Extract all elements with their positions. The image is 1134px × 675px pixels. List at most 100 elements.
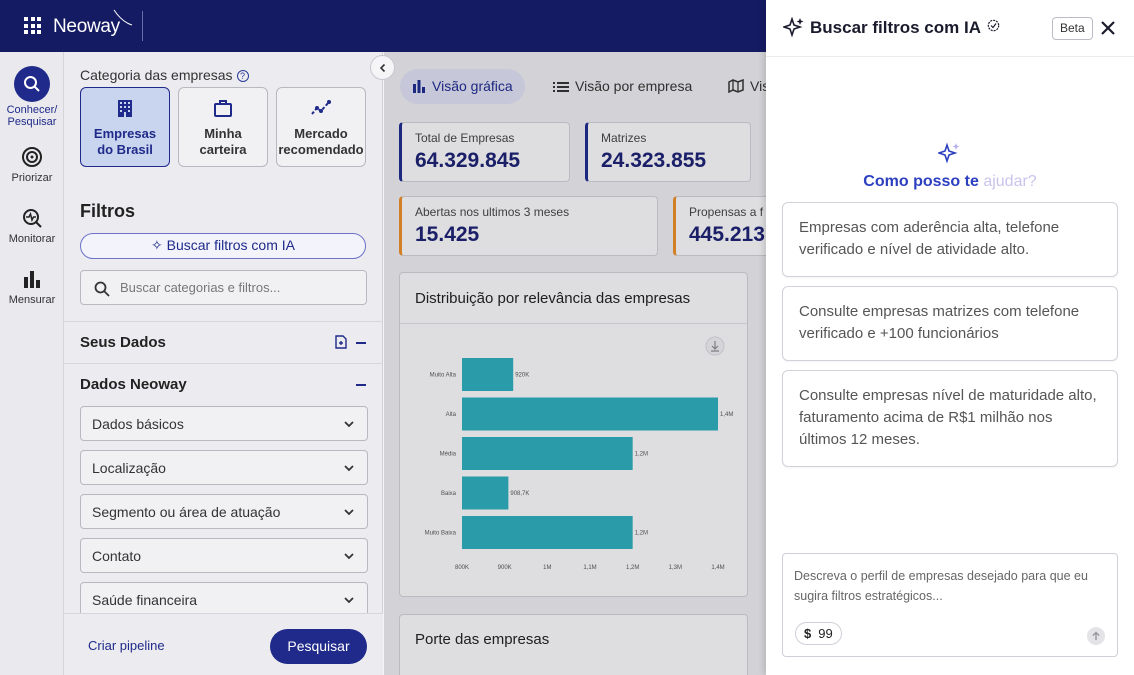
category-label: Mercado (294, 126, 348, 141)
filter-search-box[interactable] (80, 270, 367, 305)
bar-chart-icon (24, 271, 40, 288)
left-nav-rail: Conhecer/ Pesquisar Priorizar Monitorar … (0, 52, 64, 675)
map-icon (728, 79, 744, 93)
main-content: Visão gráfica Visão por empresa Vis Tota… (384, 52, 766, 675)
data-label: 1,2M (635, 531, 648, 537)
collapse-icon[interactable] (356, 384, 366, 386)
create-pipeline-link[interactable]: Criar pipeline (88, 638, 165, 653)
apps-grid-icon[interactable] (24, 17, 41, 34)
trend-icon (311, 100, 331, 115)
section-label: Dados Neoway (80, 376, 187, 393)
chevron-down-icon (344, 465, 354, 472)
rail-item-priorizar[interactable]: Priorizar (0, 146, 64, 184)
chevron-left-icon (379, 63, 385, 72)
credits-badge: $99 (795, 622, 842, 645)
view-tabs: Visão gráfica Visão por empresa Vis (398, 69, 766, 104)
dollar-icon: $ (804, 626, 812, 641)
category-label: Média (440, 452, 457, 458)
prompt-input[interactable] (794, 566, 1110, 610)
dropdown-segmento[interactable]: Segmento ou área de atuação (80, 494, 368, 529)
verified-badge-icon (987, 19, 1000, 32)
filter-panel-footer: Criar pipeline Pesquisar (64, 613, 383, 675)
send-button[interactable] (1087, 627, 1105, 645)
category-label: Alta (446, 412, 457, 418)
chart-bar (462, 476, 509, 510)
category-label: Muito Alta (430, 373, 457, 379)
chart-bar (462, 397, 718, 431)
dropdown-label: Dados básicos (92, 416, 184, 432)
tab-visao-grafica[interactable]: Visão gráfica (400, 69, 525, 104)
kpi-total-empresas: Total de Empresas 64.329.845 (399, 122, 570, 182)
kpi-label: Propensas a f (689, 205, 764, 219)
category-mercado-recomendado[interactable]: Mercado recomendado (276, 87, 366, 167)
prompt-box: $99 (782, 553, 1118, 657)
drawer-header: Buscar filtros com IA Beta (766, 0, 1134, 57)
collapse-panel-button[interactable] (370, 55, 395, 80)
tick-label: 1,4M (711, 565, 724, 571)
data-label: 1,2M (635, 452, 648, 458)
category-heading: Categoria das empresas? (80, 67, 249, 83)
search-icon (94, 281, 110, 297)
suggestion-card[interactable]: Empresas com aderência alta, telefone ve… (782, 202, 1118, 277)
category-empresas-do-brasil[interactable]: Empresas do Brasil (80, 87, 170, 167)
relevance-chart-card: Distribuição por relevância das empresas… (399, 272, 748, 597)
dropdown-label: Saúde financeira (92, 592, 198, 608)
kpi-matrizes: Matrizes 24.323.855 (585, 122, 751, 182)
section-dados-neoway[interactable]: Dados Neoway (64, 363, 383, 405)
search-icon (14, 66, 50, 102)
relevance-bar-chart: Muito Alta 920K Alta 1,4M Média 1,2M Baixa 908,… (425, 336, 733, 571)
tab-label: Visão por empresa (575, 78, 693, 94)
close-icon[interactable] (1099, 19, 1117, 37)
ai-greeting: Como posso te ajudar? (766, 173, 1134, 191)
suggestion-card[interactable]: Consulte empresas nível de maturidade al… (782, 370, 1118, 467)
card-title: Porte das empresas (415, 631, 550, 648)
dropdown-label: Localização (92, 460, 166, 476)
filter-panel: Categoria das empresas? Empresas do Bras… (64, 52, 383, 675)
chevron-down-icon (344, 421, 354, 428)
collapse-icon[interactable] (356, 342, 366, 344)
data-label: 920K (515, 373, 529, 379)
dropdown-label: Contato (92, 548, 142, 564)
search-button[interactable]: Pesquisar (270, 629, 367, 664)
list-icon (553, 82, 569, 92)
ai-filter-drawer: Buscar filtros com IA Beta Como posso te… (766, 0, 1134, 675)
dropdown-contato[interactable]: Contato (80, 538, 368, 573)
kpi-value: 445.213 (689, 223, 765, 246)
rail-item-conhecer[interactable]: Conhecer/ Pesquisar (0, 66, 64, 128)
chart-bar (462, 358, 514, 391)
tick-label: 1,1M (583, 565, 596, 571)
sparkle-icon (938, 142, 960, 164)
category-minha-carteira[interactable]: Minha carteira (178, 87, 268, 167)
tick-label: 800K (455, 565, 469, 571)
divider (400, 323, 747, 324)
category-title: Categoria das empresas (80, 67, 233, 83)
brand-divider (142, 11, 143, 41)
ai-filter-button[interactable]: ✧ Buscar filtros com IA (80, 233, 366, 259)
suggestion-card[interactable]: Consulte empresas matrizes com telefone … (782, 286, 1118, 361)
chevron-down-icon (344, 597, 354, 604)
help-icon[interactable]: ? (236, 70, 249, 82)
dropdown-dados-basicos[interactable]: Dados básicos (80, 406, 368, 441)
brand-logo[interactable]: Neoway (53, 16, 120, 38)
porte-card: Porte das empresas (399, 614, 748, 675)
filter-search-input[interactable] (120, 280, 350, 295)
data-label: 908,7K (510, 491, 529, 497)
tick-label: 900K (498, 565, 512, 571)
dropdown-localizacao[interactable]: Localização (80, 450, 368, 485)
drawer-title: Buscar filtros com IA (810, 18, 1000, 38)
tab-label: Vis (750, 78, 766, 94)
dropdown-saude-financeira[interactable]: Saúde financeira (80, 582, 368, 617)
add-document-icon[interactable] (335, 335, 347, 349)
tab-label: Visão gráfica (432, 78, 513, 94)
category-label: do Brasil (97, 142, 153, 157)
section-seus-dados[interactable]: Seus Dados (64, 321, 383, 363)
tab-visao-mapa[interactable]: Vis (728, 69, 766, 104)
rail-item-monitorar[interactable]: Monitorar (0, 207, 64, 245)
tick-label: 1M (543, 565, 551, 571)
data-label: 1,4M (720, 412, 733, 418)
credits-value: 99 (818, 626, 833, 641)
tab-visao-por-empresa[interactable]: Visão por empresa (553, 69, 692, 104)
category-label: Empresas (93, 126, 157, 141)
drawer-title-text: Buscar filtros com IA (810, 18, 981, 37)
rail-item-mensurar[interactable]: Mensurar (0, 268, 64, 306)
